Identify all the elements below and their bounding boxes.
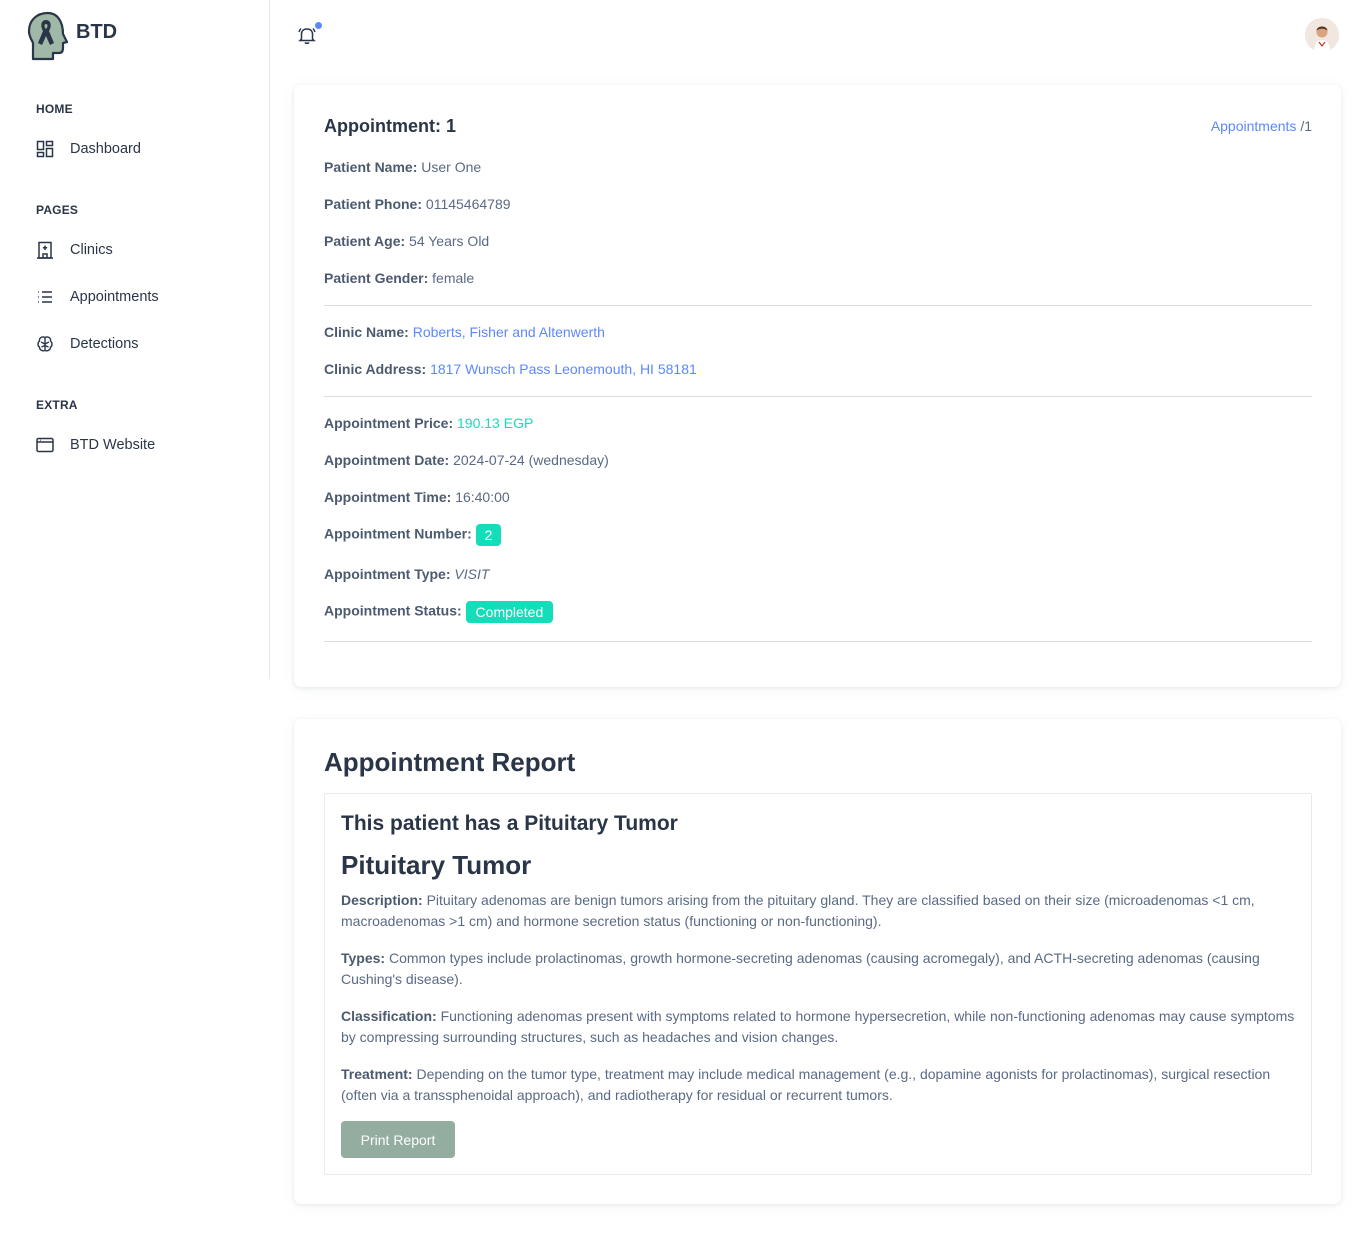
para-label: Classification: [341, 1008, 437, 1024]
sidebar-item-label: Detections [70, 336, 139, 352]
appointment-time-value: 16:40:00 [455, 489, 510, 505]
field-label: Appointment Date: [324, 452, 450, 468]
nav-section-pages: PAGES [36, 203, 79, 217]
avatar[interactable] [1305, 18, 1339, 52]
divider [324, 305, 1312, 306]
appointment-card: Appointment: 1 Appointments /1 Patient N… [294, 85, 1341, 687]
para-label: Types: [341, 950, 386, 966]
breadcrumb-appointments-link[interactable]: Appointments [1211, 118, 1297, 134]
para-label: Treatment: [341, 1066, 413, 1082]
divider [324, 641, 1312, 642]
notification-dot [315, 22, 322, 29]
sidebar-item-label: Appointments [70, 289, 159, 305]
sidebar-item-btd-website[interactable]: BTD Website [36, 433, 155, 457]
appointment-number-badge: 2 [475, 524, 502, 546]
report-classification: Classification: Functioning adenomas pre… [341, 1006, 1299, 1048]
para-label: Description: [341, 892, 423, 908]
appointment-number-field: Appointment Number: 2 [324, 524, 502, 546]
appointment-type-field: Appointment Type: VISIT [324, 566, 489, 582]
clinic-name-field: Clinic Name: Roberts, Fisher and Altenwe… [324, 324, 605, 340]
patient-gender-value: female [432, 270, 475, 286]
sidebar-item-label: Dashboard [70, 141, 141, 157]
report-description: Description: Pituitary adenomas are beni… [341, 890, 1299, 932]
report-types: Types: Common types include prolactinoma… [341, 948, 1299, 990]
brand[interactable]: BTD [26, 10, 117, 62]
brand-name: BTD [76, 20, 118, 43]
patient-name-field: Patient Name: User One [324, 159, 481, 175]
nav-section-extra: EXTRA [36, 398, 78, 412]
field-label: Clinic Address: [324, 361, 427, 377]
patient-gender-field: Patient Gender: female [324, 270, 474, 286]
patient-age-value: 54 Years Old [409, 233, 490, 249]
sidebar-item-appointments[interactable]: Appointments [36, 285, 159, 309]
report-title: Appointment Report [324, 747, 576, 777]
field-label: Patient Name: [324, 159, 418, 175]
divider [324, 396, 1312, 397]
appointment-date-value: 2024-07-24 (wednesday) [453, 452, 609, 468]
print-report-button[interactable]: Print Report [341, 1121, 455, 1158]
report-card: Appointment Report This patient has a Pi… [294, 719, 1341, 1204]
breadcrumb: Appointments /1 [1211, 118, 1312, 134]
building-icon [36, 241, 54, 259]
appointment-date-field: Appointment Date: 2024-07-24 (wednesday) [324, 452, 609, 468]
brain-icon [36, 335, 54, 353]
para-text: Depending on the tumor type, treatment m… [341, 1066, 1271, 1103]
appointment-title: Appointment: 1 [324, 116, 456, 136]
patient-age-field: Patient Age: 54 Years Old [324, 233, 489, 249]
field-label: Appointment Number: [324, 525, 472, 542]
clinic-name-link[interactable]: Roberts, Fisher and Altenwerth [413, 324, 605, 340]
field-label: Appointment Price: [324, 415, 454, 431]
para-text: Functioning adenomas present with sympto… [341, 1008, 1295, 1045]
report-box: This patient has a Pituitary Tumor Pitui… [324, 793, 1312, 1175]
field-label: Appointment Time: [324, 489, 452, 505]
clinic-address-field: Clinic Address: 1817 Wunsch Pass Leonemo… [324, 361, 697, 377]
list-icon [36, 288, 54, 306]
sidebar-item-label: BTD Website [70, 437, 156, 453]
dashboard-icon [36, 140, 54, 158]
field-label: Patient Phone: [324, 196, 423, 212]
field-label: Patient Age: [324, 233, 406, 249]
clinic-address-link[interactable]: 1817 Wunsch Pass Leonemouth, HI 58181 [430, 361, 697, 377]
browser-icon [36, 436, 54, 454]
appointment-status-field: Appointment Status: Completed [324, 601, 554, 623]
appointment-price-value: 190.13 EGP [457, 415, 534, 431]
field-label: Clinic Name: [324, 324, 409, 340]
appointment-type-value: VISIT [454, 566, 490, 582]
patient-phone-field: Patient Phone: 01145464789 [324, 196, 511, 212]
patient-name-value: User One [421, 159, 482, 175]
report-heading: This patient has a Pituitary Tumor [341, 812, 678, 835]
user-avatar-icon [1305, 18, 1339, 52]
status-badge: Completed [465, 601, 554, 623]
sidebar-item-label: Clinics [70, 242, 113, 258]
report-treatment: Treatment: Depending on the tumor type, … [341, 1064, 1299, 1106]
nav-section-home: HOME [36, 102, 73, 116]
sidebar-item-detections[interactable]: Detections [36, 332, 139, 356]
para-text: Common types include prolactinomas, grow… [341, 950, 1260, 987]
patient-phone-value: 01145464789 [425, 196, 511, 212]
report-subtitle: Pituitary Tumor [341, 850, 532, 880]
field-label: Patient Gender: [324, 270, 429, 286]
sidebar-item-dashboard[interactable]: Dashboard [36, 137, 141, 161]
appointment-time-field: Appointment Time: 16:40:00 [324, 489, 510, 505]
sidebar-item-clinics[interactable]: Clinics [36, 238, 113, 262]
sidebar: BTD HOME Dashboard PAGES Clinics Appoint… [0, 0, 270, 679]
field-label: Appointment Status: [324, 602, 462, 619]
breadcrumb-current: 1 [1304, 118, 1312, 134]
appointment-price-field: Appointment Price: 190.13 EGP [324, 415, 533, 431]
para-text: Pituitary adenomas are benign tumors ari… [341, 892, 1255, 929]
brain-head-logo-icon [27, 11, 69, 61]
field-label: Appointment Type: [324, 566, 451, 582]
